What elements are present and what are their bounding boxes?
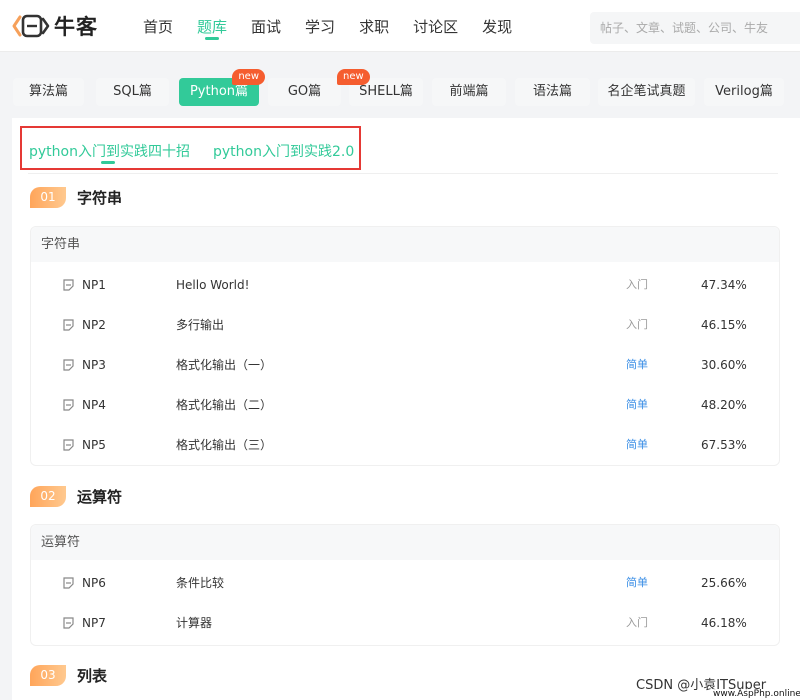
pass-rate: 30.60% <box>701 358 747 372</box>
question-id: NP7 <box>82 616 106 630</box>
document-icon <box>63 279 74 291</box>
question-row[interactable]: NP1 Hello World! 入门 47.34% <box>31 265 779 305</box>
question-group: 运算符 NP6 条件比较 简单 25.66% NP7 计算器 入门 46.18% <box>30 524 780 646</box>
document-icon <box>63 439 74 451</box>
site-watermark: www.AspPhp.online <box>713 689 800 699</box>
brand-logo-icon <box>12 14 50 38</box>
category-label: 算法篇 <box>28 84 68 99</box>
difficulty-label: 简单 <box>626 576 648 589</box>
question-row[interactable]: NP6 条件比较 简单 25.66% <box>31 563 779 603</box>
question-group: 字符串 NP1 Hello World! 入门 47.34% NP2 多行输出 … <box>30 226 780 466</box>
question-row[interactable]: NP5 格式化输出（三） 简单 67.53% <box>31 425 779 465</box>
question-title[interactable]: 多行输出 <box>176 305 224 345</box>
question-id: NP4 <box>82 398 106 412</box>
nav-item-question-bank[interactable]: 题库 <box>197 0 227 52</box>
document-icon <box>63 617 74 629</box>
question-row[interactable]: NP2 多行输出 入门 46.15% <box>31 305 779 345</box>
difficulty-label: 简单 <box>626 398 648 411</box>
nav-item-discover[interactable]: 发现 <box>482 0 512 52</box>
category-label: GO篇 <box>287 84 322 99</box>
top-header: 牛客 首页 题库 面试 学习 求职 讨论区 发现 <box>0 0 800 52</box>
difficulty-label: 简单 <box>626 358 648 371</box>
section-title: 运算符 <box>77 487 123 506</box>
difficulty-label: 入门 <box>626 616 648 629</box>
category-label: 前端篇 <box>449 84 489 99</box>
document-icon <box>63 399 74 411</box>
question-row[interactable]: NP7 计算器 入门 46.18% <box>31 603 779 643</box>
nav-item-home[interactable]: 首页 <box>143 0 173 52</box>
nav-item-jobs[interactable]: 求职 <box>359 0 389 52</box>
active-subtab-indicator <box>101 161 115 164</box>
nav-item-interview[interactable]: 面试 <box>251 0 281 52</box>
difficulty-label: 简单 <box>626 438 648 451</box>
question-title[interactable]: 格式化输出（三） <box>176 425 272 465</box>
nav-item-discussion[interactable]: 讨论区 <box>413 0 458 52</box>
pass-rate: 25.66% <box>701 576 747 590</box>
category-tabs: 算法篇 SQL篇 Python篇 new GO篇 SHELL篇 new 前端篇 语法… <box>0 69 800 106</box>
question-id: NP6 <box>82 576 106 590</box>
category-label: 名企笔试真题 <box>607 84 686 99</box>
document-icon <box>63 319 74 331</box>
pass-rate: 67.53% <box>701 438 747 452</box>
difficulty-label: 入门 <box>626 318 648 331</box>
category-verilog[interactable]: Verilog篇 <box>704 78 784 106</box>
tabs-divider <box>28 173 778 174</box>
difficulty-label: 入门 <box>626 278 648 291</box>
pass-rate: 47.34% <box>701 278 747 292</box>
subtab-forty-moves[interactable]: python入门到实践四十招 <box>29 141 190 161</box>
pass-rate: 48.20% <box>701 398 747 412</box>
category-sql[interactable]: SQL篇 <box>96 78 169 106</box>
question-id: NP2 <box>82 318 106 332</box>
main-nav: 首页 题库 面试 学习 求职 讨论区 发现 <box>143 0 536 52</box>
logo[interactable]: 牛客 <box>12 11 98 41</box>
section-title: 列表 <box>77 666 108 685</box>
section-header: 02 运算符 <box>30 485 122 507</box>
section-header: 03 列表 <box>30 664 107 686</box>
question-title[interactable]: 格式化输出（一） <box>176 345 272 385</box>
section-number: 02 <box>30 485 66 507</box>
question-title[interactable]: Hello World! <box>176 265 249 305</box>
subtab-version-2[interactable]: python入门到实践2.0 <box>213 141 354 161</box>
category-frontend[interactable]: 前端篇 <box>432 78 506 106</box>
category-algorithm[interactable]: 算法篇 <box>13 78 84 106</box>
group-title: 运算符 <box>31 525 779 560</box>
category-syntax[interactable]: 语法篇 <box>515 78 590 106</box>
question-id: NP3 <box>82 358 106 372</box>
new-badge: new <box>337 69 370 85</box>
document-icon <box>63 359 74 371</box>
category-label: Python篇 <box>189 84 249 99</box>
document-icon <box>63 577 74 589</box>
question-title[interactable]: 格式化输出（二） <box>176 385 272 425</box>
section-number: 01 <box>30 186 66 208</box>
category-label: SQL篇 <box>113 84 152 99</box>
pass-rate: 46.15% <box>701 318 747 332</box>
brand-name: 牛客 <box>54 15 98 39</box>
category-shell[interactable]: SHELL篇 new <box>337 69 423 106</box>
question-id: NP5 <box>82 438 106 452</box>
nav-item-learning[interactable]: 学习 <box>305 0 335 52</box>
new-badge: new <box>232 69 265 85</box>
category-python[interactable]: Python篇 new <box>179 69 265 106</box>
question-title[interactable]: 计算器 <box>176 603 212 643</box>
group-title: 字符串 <box>31 227 779 262</box>
section-number: 03 <box>30 664 66 686</box>
category-go[interactable]: GO篇 <box>268 78 341 106</box>
section-header: 01 字符串 <box>30 186 122 208</box>
category-label: Verilog篇 <box>715 84 773 99</box>
question-title[interactable]: 条件比较 <box>176 563 224 603</box>
category-label: 语法篇 <box>532 84 572 99</box>
category-label: SHELL篇 <box>359 84 413 99</box>
search-input[interactable] <box>590 12 800 44</box>
section-title: 字符串 <box>77 188 123 207</box>
question-id: NP1 <box>82 278 106 292</box>
question-row[interactable]: NP4 格式化输出（二） 简单 48.20% <box>31 385 779 425</box>
category-company-exams[interactable]: 名企笔试真题 <box>598 78 695 106</box>
question-row[interactable]: NP3 格式化输出（一） 简单 30.60% <box>31 345 779 385</box>
pass-rate: 46.18% <box>701 616 747 630</box>
